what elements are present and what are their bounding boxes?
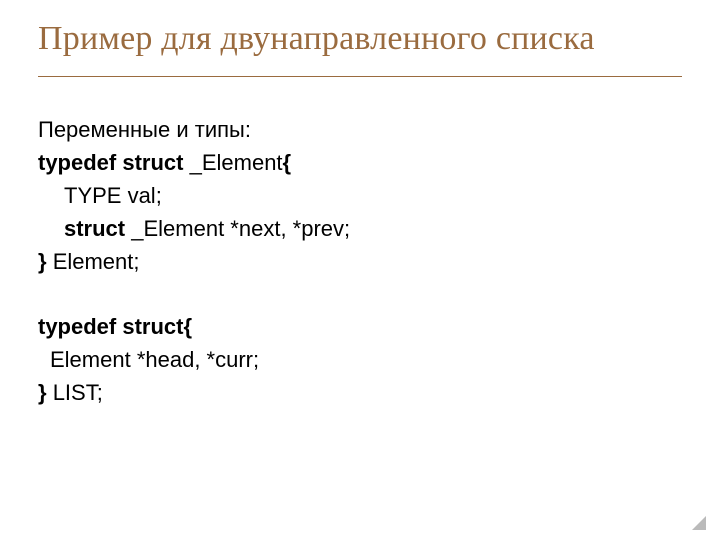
- brace-open-1: {: [283, 150, 292, 175]
- brace-open-2: {: [183, 314, 192, 339]
- id-element: _Element: [190, 150, 283, 175]
- code-line-struct-ptrs: struct _Element *next, *prev;: [38, 212, 682, 245]
- code-line-typedef-list: typedef struct{: [38, 310, 682, 343]
- typedef-name-list: LIST;: [53, 380, 103, 405]
- resize-grip-icon: [692, 516, 706, 530]
- slide-body: Переменные и типы: typedef struct _Eleme…: [38, 113, 682, 409]
- blank-line: [38, 278, 682, 310]
- kw-typedef-struct-2: typedef struct: [38, 314, 183, 339]
- kw-struct: struct: [64, 216, 131, 241]
- brace-close-2: }: [38, 380, 53, 405]
- intro-line: Переменные и типы:: [38, 113, 682, 146]
- code-line-close-element: } Element;: [38, 245, 682, 278]
- slide-title: Пример для двунаправленного списка: [38, 20, 682, 58]
- kw-typedef-struct: typedef struct: [38, 150, 190, 175]
- typedef-name-element: Element;: [53, 249, 140, 274]
- code-line-close-list: } LIST;: [38, 376, 682, 409]
- slide: Пример для двунаправленного списка Перем…: [0, 0, 720, 540]
- title-underline: [38, 76, 682, 77]
- code-line-head-curr: Element *head, *curr;: [38, 343, 682, 376]
- brace-close-1: }: [38, 249, 53, 274]
- code-line-typedef-element: typedef struct _Element{: [38, 146, 682, 179]
- code-line-type-val: TYPE val;: [38, 179, 682, 212]
- ptrs-next-prev: _Element *next, *prev;: [131, 216, 350, 241]
